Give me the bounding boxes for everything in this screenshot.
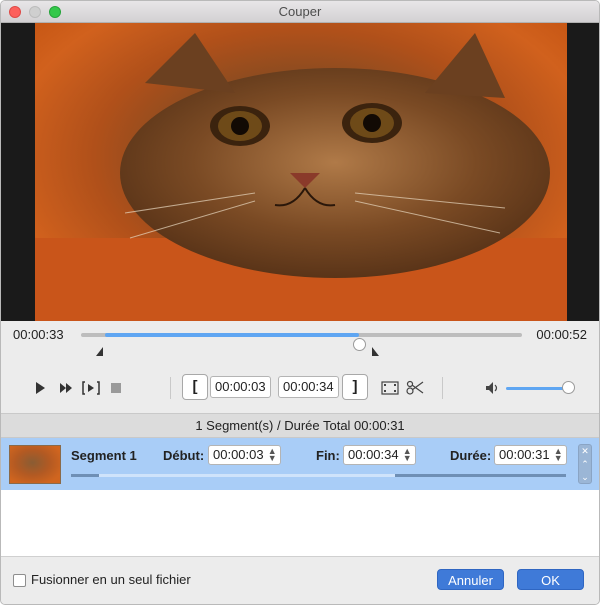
segment-row[interactable]: Segment 1 Début: 00:00:03 ▲ ▼ Fin: 00:00:… xyxy=(1,438,599,490)
total-time: 00:00:52 xyxy=(536,327,587,342)
stop-button[interactable] xyxy=(105,377,127,399)
set-end-button[interactable]: ] xyxy=(342,374,368,400)
add-segment-button[interactable] xyxy=(379,377,401,399)
video-preview xyxy=(1,23,599,321)
segment-thumbnail xyxy=(9,445,61,484)
minimize-window-button[interactable] xyxy=(29,6,41,18)
cancel-button[interactable]: Annuler xyxy=(437,569,504,590)
play-segment-button[interactable] xyxy=(80,377,102,399)
segment-range-selection xyxy=(99,474,395,477)
volume-button[interactable] xyxy=(482,377,504,399)
play-button[interactable] xyxy=(29,377,51,399)
playback-controls: [ 00:00:03 00:00:34 ] xyxy=(1,363,599,413)
close-window-button[interactable] xyxy=(9,6,21,18)
end-marker[interactable] xyxy=(372,347,379,356)
segment-name: Segment 1 xyxy=(71,448,137,463)
split-segment-button[interactable] xyxy=(404,377,426,399)
segment-start-field[interactable]: 00:00:03 ▲ ▼ xyxy=(208,445,281,465)
window-title: Couper xyxy=(278,4,322,19)
volume-slider-track[interactable] xyxy=(506,387,568,390)
segment-list: Segment 1 Début: 00:00:03 ▲ ▼ Fin: 00:00:… xyxy=(1,438,599,556)
start-marker[interactable] xyxy=(96,347,103,356)
separator xyxy=(170,377,171,399)
progress-fill xyxy=(105,333,359,337)
volume-slider-handle[interactable] xyxy=(562,381,575,394)
start-label: Début: xyxy=(163,448,205,463)
end-time-field[interactable]: 00:00:34 xyxy=(278,376,339,398)
move-down-icon[interactable]: ⌄ xyxy=(579,471,591,484)
remove-segment-icon[interactable]: ✕ xyxy=(579,445,591,458)
set-start-button[interactable]: [ xyxy=(182,374,208,400)
ok-button[interactable]: OK xyxy=(517,569,584,590)
maximize-window-button[interactable] xyxy=(49,6,61,18)
duration-label: Durée: xyxy=(450,448,492,463)
film-add-icon xyxy=(381,381,399,395)
end-label: Fin: xyxy=(316,448,340,463)
segments-summary: 1 Segment(s) / Durée Total 00:00:31 xyxy=(1,413,599,438)
cut-dialog: Couper 00:00:33 00:00:52 [00:00:03 00:0… xyxy=(0,0,600,605)
title-bar: Couper xyxy=(1,1,599,23)
speaker-icon xyxy=(486,382,498,394)
scissors-icon xyxy=(406,380,424,395)
merge-checkbox[interactable] xyxy=(13,574,26,587)
start-time-field[interactable]: 00:00:03 xyxy=(210,376,271,398)
fast-forward-button[interactable] xyxy=(55,377,77,399)
play-segment-icon xyxy=(82,381,100,395)
stepper-icon[interactable]: ▲ ▼ xyxy=(403,447,412,463)
video-frame xyxy=(35,23,567,321)
progress-track[interactable] xyxy=(81,333,522,351)
playhead-handle[interactable] xyxy=(353,338,366,351)
stepper-icon[interactable]: ▲ ▼ xyxy=(554,447,563,463)
separator xyxy=(442,377,443,399)
timeline: 00:00:33 00:00:52 xyxy=(1,321,599,363)
segment-range-bar xyxy=(71,474,566,477)
merge-label: Fusionner en un seul fichier xyxy=(31,572,191,587)
segment-duration-field[interactable]: 00:00:31 ▲ ▼ xyxy=(494,445,567,465)
stepper-icon[interactable]: ▲ ▼ xyxy=(268,447,277,463)
segment-end-field[interactable]: 00:00:34 ▲ ▼ xyxy=(343,445,416,465)
stop-icon xyxy=(111,383,121,393)
play-icon xyxy=(36,382,45,394)
cat-image xyxy=(35,33,567,321)
move-up-icon[interactable]: ⌃ xyxy=(579,458,591,471)
fast-forward-icon xyxy=(60,383,72,393)
segment-side-controls: ✕ ⌃ ⌄ xyxy=(578,444,592,484)
current-time: 00:00:33 xyxy=(13,327,64,342)
dialog-footer: Fusionner en un seul fichier Annuler OK xyxy=(1,556,599,604)
